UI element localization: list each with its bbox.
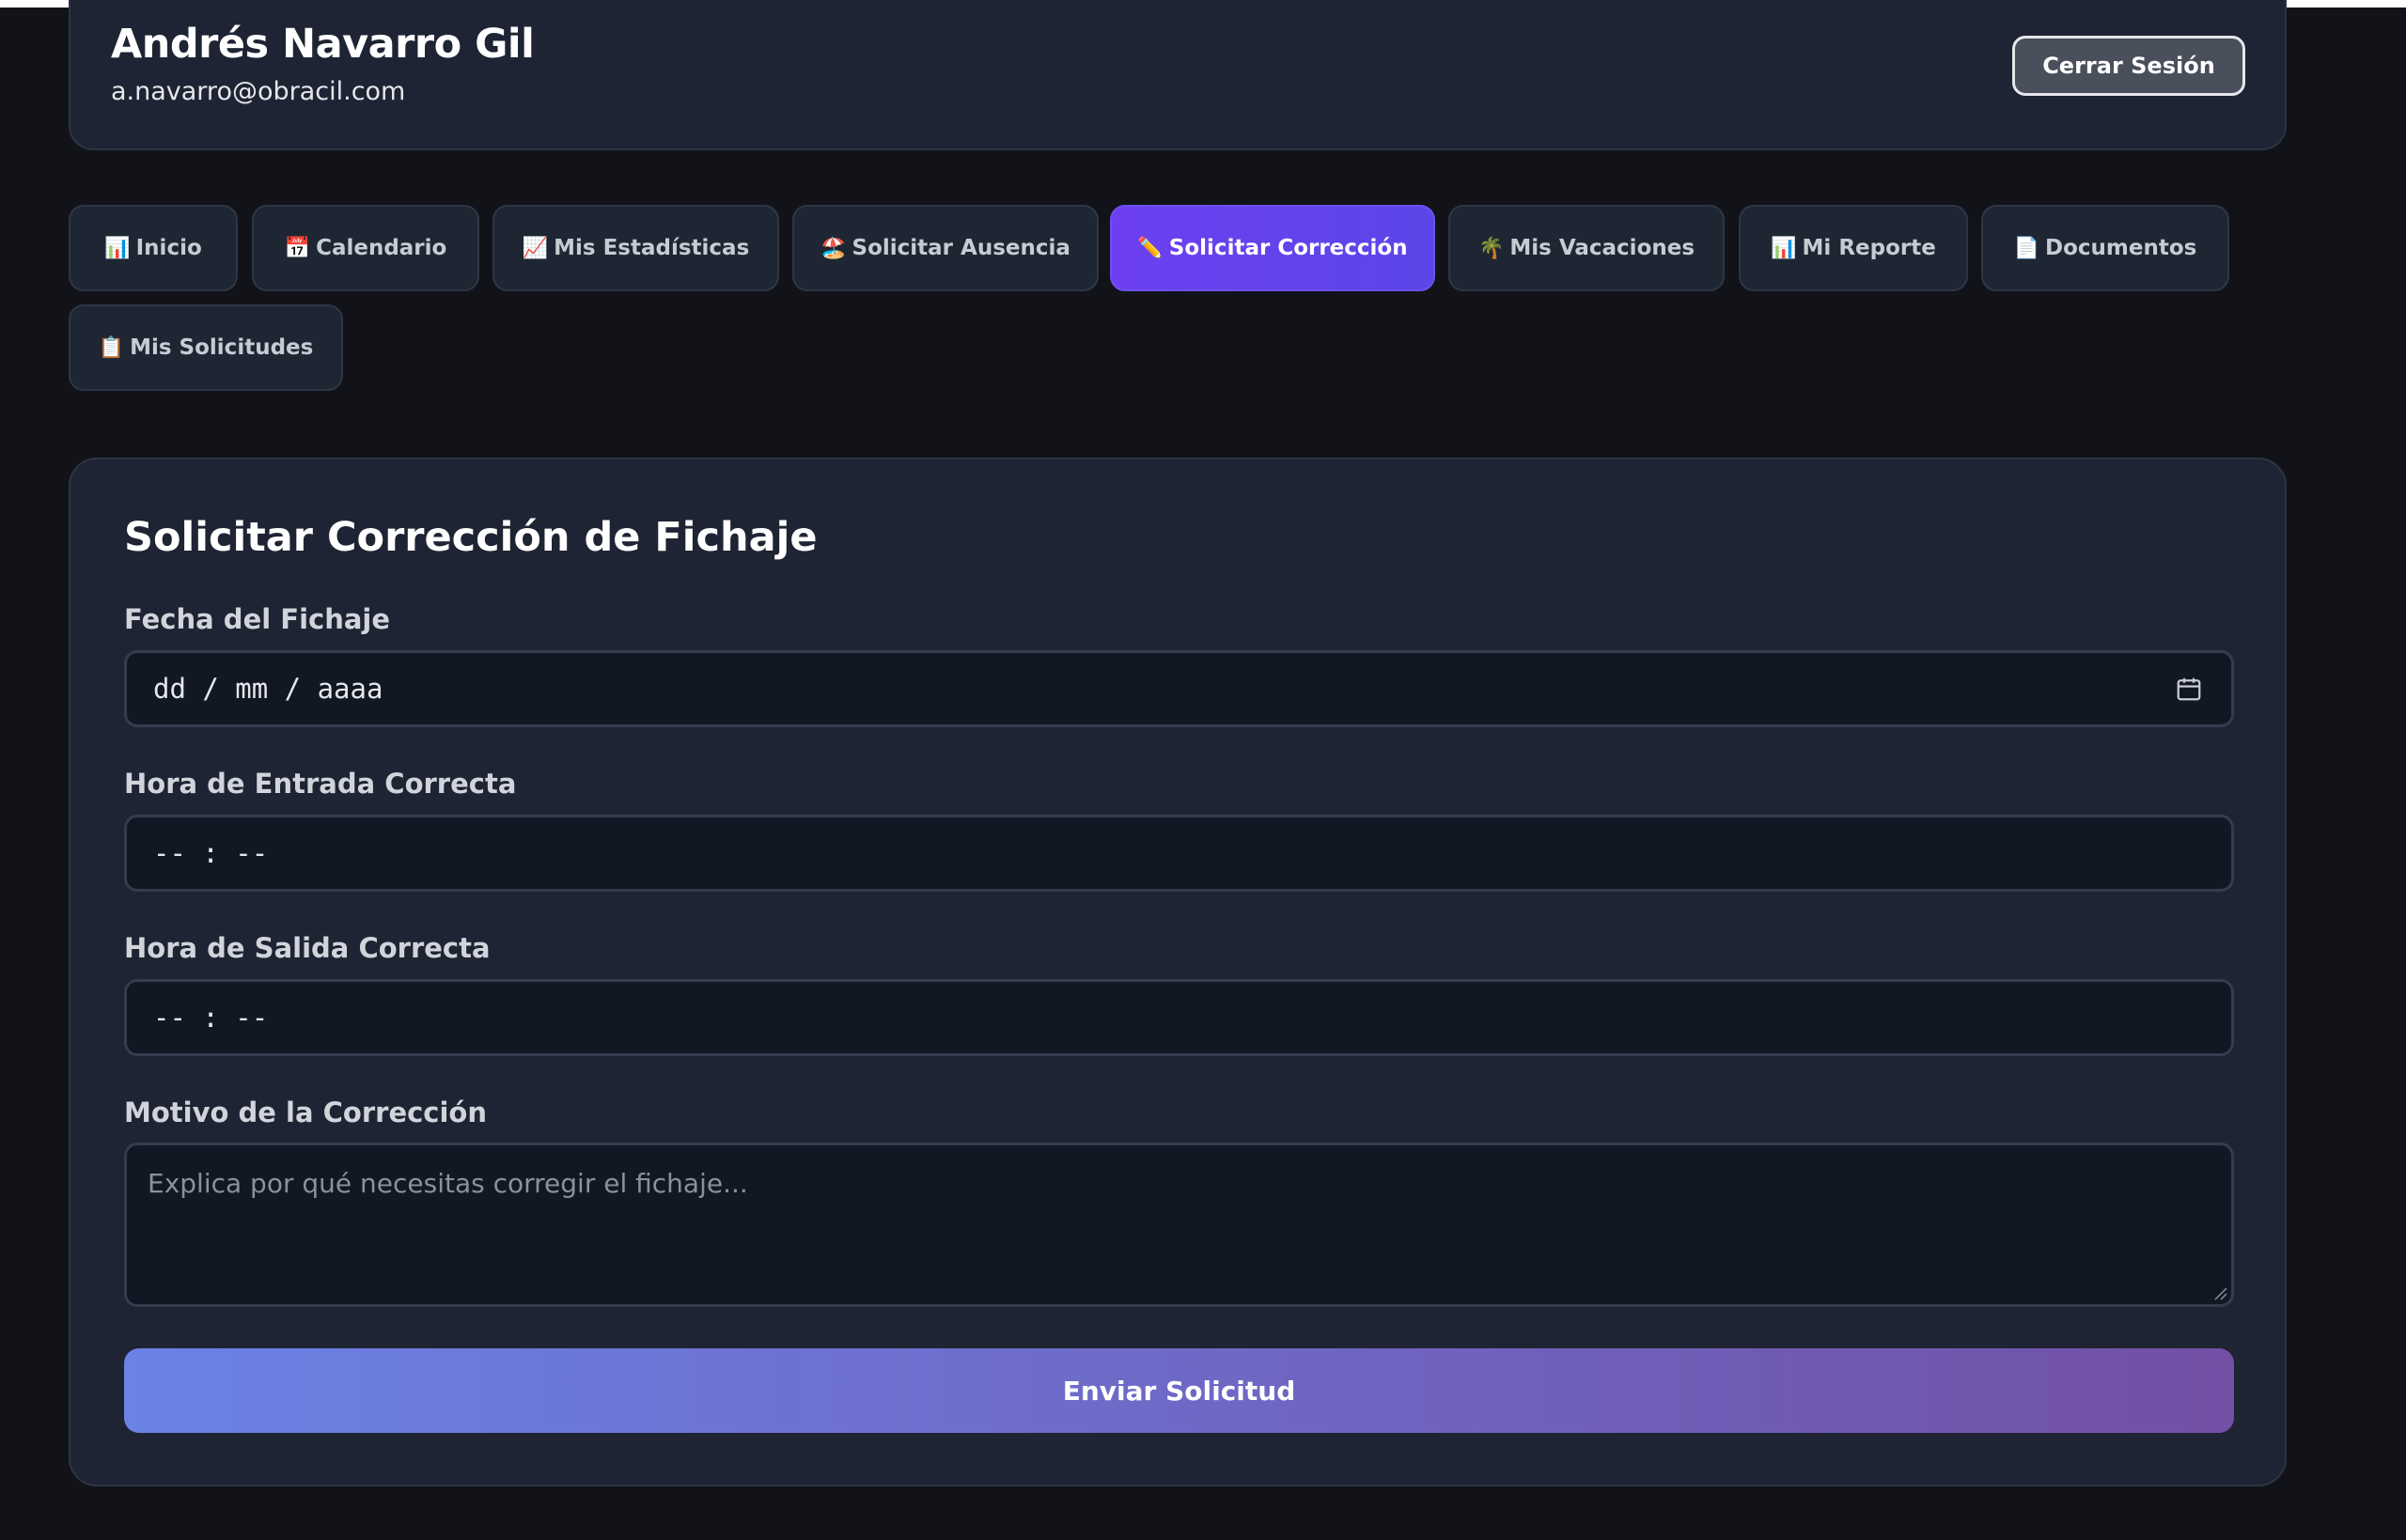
tab-label: Mi Reporte — [1802, 236, 1936, 260]
reason-label: Motivo de la Corrección — [124, 1097, 488, 1128]
tab-label: Mis Estadísticas — [554, 236, 750, 260]
tab-mis-solicitudes[interactable]: 📋 Mis Solicitudes — [69, 304, 343, 391]
resize-handle-icon[interactable] — [2211, 1283, 2227, 1300]
beach-icon: 🏖️ — [820, 236, 847, 260]
tab-mi-reporte[interactable]: 📊 Mi Reporte — [1739, 205, 1968, 291]
tab-solicitar-ausencia[interactable]: 🏖️ Solicitar Ausencia — [792, 205, 1099, 291]
form-title: Solicitar Corrección de Fichaje — [124, 514, 818, 561]
tab-mis-estadisticas[interactable]: 📈 Mis Estadísticas — [492, 205, 779, 291]
exit-time-placeholder: -- : -- — [153, 1002, 269, 1034]
submit-button[interactable]: Enviar Solicitud — [124, 1348, 2234, 1433]
calendar-icon[interactable] — [2175, 675, 2203, 703]
calendar-icon: 📅 — [284, 236, 311, 260]
user-name: Andrés Navarro Gil — [111, 21, 535, 68]
tab-calendario[interactable]: 📅 Calendario — [252, 205, 479, 291]
pencil-icon: ✏️ — [1137, 236, 1164, 260]
clipboard-icon: 📋 — [98, 335, 125, 360]
user-email: a.navarro@obracil.com — [111, 77, 406, 106]
entry-time-input[interactable]: -- : -- — [124, 815, 2234, 892]
user-header: Andrés Navarro Gil a.navarro@obracil.com… — [69, 0, 2287, 150]
date-label: Fecha del Fichaje — [124, 603, 391, 635]
tab-label: Inicio — [135, 236, 202, 260]
tab-label: Solicitar Ausencia — [851, 236, 1070, 260]
document-icon: 📄 — [2013, 236, 2040, 260]
exit-time-label: Hora de Salida Correcta — [124, 932, 491, 964]
date-placeholder: dd / mm / aaaa — [153, 673, 383, 705]
tab-label: Solicitar Corrección — [1168, 236, 1408, 260]
logout-button[interactable]: Cerrar Sesión — [2012, 36, 2245, 96]
reason-placeholder: Explica por qué necesitas corregir el fi… — [148, 1168, 748, 1199]
exit-time-input[interactable]: -- : -- — [124, 979, 2234, 1056]
chart-icon: 📊 — [104, 236, 131, 260]
tab-mis-vacaciones[interactable]: 🌴 Mis Vacaciones — [1448, 205, 1725, 291]
entry-time-placeholder: -- : -- — [153, 837, 269, 869]
tab-inicio[interactable]: 📊 Inicio — [69, 205, 238, 291]
date-input[interactable]: dd / mm / aaaa — [124, 650, 2234, 727]
tab-label: Mis Vacaciones — [1509, 236, 1695, 260]
reason-textarea[interactable]: Explica por qué necesitas corregir el fi… — [124, 1143, 2234, 1307]
entry-time-label: Hora de Entrada Correcta — [124, 768, 517, 800]
palm-tree-icon: 🌴 — [1477, 236, 1505, 260]
correction-form-card: Solicitar Corrección de Fichaje Fecha de… — [69, 458, 2287, 1486]
tab-label: Mis Solicitudes — [130, 335, 314, 360]
trend-chart-icon: 📈 — [522, 236, 549, 260]
tab-documentos[interactable]: 📄 Documentos — [1981, 205, 2229, 291]
tab-label: Documentos — [2045, 236, 2197, 260]
tab-label: Calendario — [316, 236, 447, 260]
tab-solicitar-correccion[interactable]: ✏️ Solicitar Corrección — [1110, 205, 1435, 291]
chart-icon: 📊 — [1771, 236, 1797, 260]
